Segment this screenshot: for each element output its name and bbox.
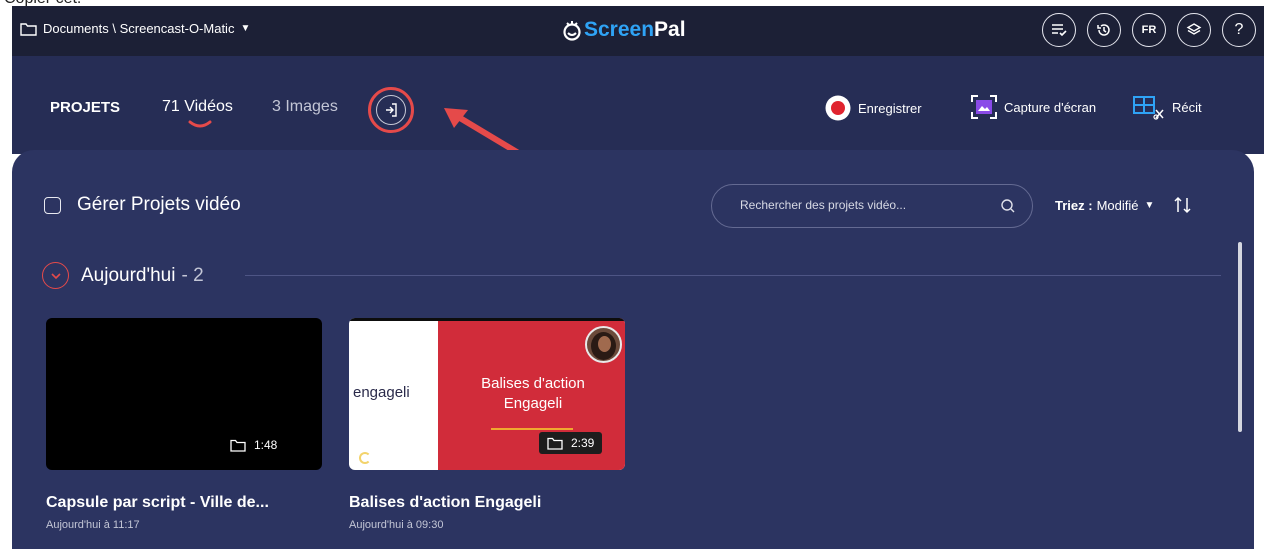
search-input[interactable]: [738, 197, 982, 213]
section-title: Aujourd'hui: [81, 264, 176, 286]
caret-down-icon: ▼: [1144, 199, 1155, 211]
top-right-icons: FR ?: [1042, 13, 1256, 47]
scrollbar[interactable]: [1238, 242, 1242, 432]
record-button[interactable]: Enregistrer: [824, 94, 922, 122]
collapse-toggle[interactable]: [42, 262, 69, 289]
projects-panel: Gérer Projets vidéo Triez : Modifié ▼ Au…: [12, 150, 1254, 549]
chevron-down-icon: [50, 272, 61, 279]
logo-text-screen: Screen: [584, 18, 655, 41]
section-divider: [245, 275, 1221, 276]
location-path: Documents \ Screencast-O-Matic: [43, 21, 235, 36]
tab-images[interactable]: 3 Images: [272, 98, 338, 116]
section-count: - 2: [181, 264, 204, 286]
layers-icon: [1186, 23, 1202, 35]
history-button[interactable]: [1087, 13, 1121, 47]
video-thumbnail[interactable]: 1:48: [46, 318, 322, 470]
thumbnail-top-strip: [349, 318, 625, 321]
thumbnail-caption-line-1: Balises d'action: [481, 375, 585, 392]
caret-down-icon: ▼: [240, 23, 251, 34]
story-label: Récit: [1172, 99, 1202, 115]
video-title[interactable]: Capsule par script - Ville de...: [46, 494, 322, 512]
duration-text: 1:48: [254, 438, 278, 452]
playlist-button[interactable]: [1042, 13, 1076, 47]
story-button[interactable]: Récit: [1132, 94, 1202, 120]
location-dropdown[interactable]: Documents \ Screencast-O-Matic ▼: [20, 21, 250, 36]
tab-projects[interactable]: PROJETS: [50, 99, 120, 116]
record-label: Enregistrer: [858, 100, 922, 116]
video-thumbnail[interactable]: engageli Balises d'action Engageli 2:39: [349, 318, 625, 470]
story-icon: [1133, 96, 1164, 120]
folder-icon: [20, 22, 37, 36]
duration-badge: 1:48: [230, 438, 277, 452]
thumbnail-caption: Balises d'action Engageli: [438, 374, 625, 414]
playlist-check-icon: [1052, 24, 1067, 37]
manage-checkbox[interactable]: [44, 196, 61, 214]
help-button[interactable]: ?: [1222, 13, 1256, 47]
thumbnail-accent-line: [491, 428, 573, 430]
video-date: Aujourd'hui à 11:17: [46, 519, 140, 531]
sort-order-icon[interactable]: [1172, 194, 1194, 216]
duration-badge: 2:39: [539, 432, 603, 454]
screenpal-logo: Screen Pal: [560, 18, 686, 42]
import-icon: [386, 103, 397, 117]
avatar: [585, 326, 622, 363]
active-tab-indicator: [188, 120, 212, 128]
layers-button[interactable]: [1177, 13, 1211, 47]
top-bar: Documents \ Screencast-O-Matic ▼ Screen P…: [12, 6, 1264, 56]
screenshot-button[interactable]: Capture d'écran: [970, 94, 1096, 120]
logo-mark-icon: [563, 21, 581, 41]
video-title[interactable]: Balises d'action Engageli: [349, 494, 625, 512]
history-icon: [1097, 24, 1110, 36]
section-header: Aujourd'hui - 2: [42, 262, 204, 289]
search-box: [711, 184, 1033, 228]
import-button-highlight: [368, 87, 414, 133]
logo-text-pal: Pal: [654, 18, 686, 41]
manage-projects[interactable]: Gérer Projets vidéo: [44, 194, 241, 216]
duration-text: 2:39: [571, 436, 595, 450]
manage-label: Gérer Projets vidéo: [77, 194, 241, 215]
folder-icon: [230, 439, 246, 452]
sort-label: Triez :: [1055, 197, 1093, 213]
folder-icon: [547, 437, 563, 450]
record-icon: [825, 95, 851, 121]
tab-videos[interactable]: 71 Vidéos: [162, 98, 233, 116]
search-icon: [1001, 199, 1015, 213]
video-card[interactable]: 1:48 Capsule par script - Ville de... Au…: [46, 318, 322, 531]
screenshot-label: Capture d'écran: [1004, 99, 1097, 115]
video-date: Aujourd'hui à 09:30: [349, 519, 444, 531]
loading-icon: [359, 452, 371, 464]
thumbnail-caption-line-2: Engageli: [503, 395, 563, 412]
sub-bar: PROJETS 71 Vidéos 3 Images Enregistrer C…: [12, 56, 1264, 163]
screenshot-icon: [971, 95, 997, 119]
import-button[interactable]: [376, 95, 406, 125]
language-button[interactable]: FR: [1132, 13, 1166, 47]
video-card[interactable]: engageli Balises d'action Engageli 2:39 …: [349, 318, 625, 531]
sort-dropdown[interactable]: Triez : Modifié ▼: [1055, 194, 1194, 216]
engageli-logo: engageli: [353, 384, 410, 401]
sort-value: Modifié: [1096, 197, 1139, 213]
